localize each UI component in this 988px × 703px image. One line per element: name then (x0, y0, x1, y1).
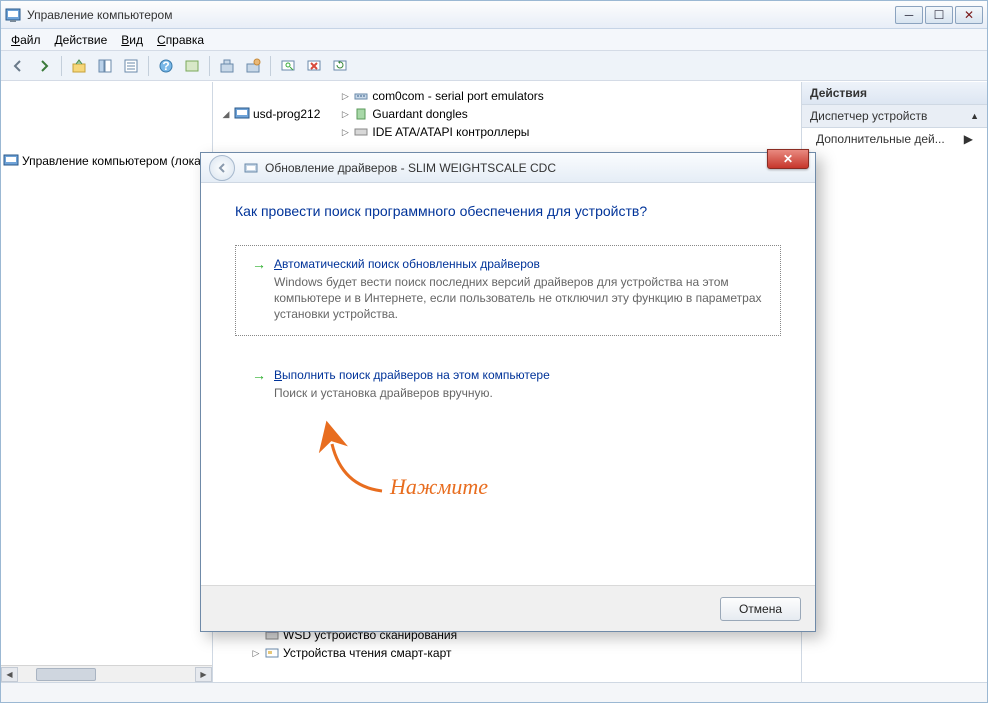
dev-ide[interactable]: ▷IDE ATA/ATAPI контроллеры (340, 124, 529, 140)
arrow-right-icon: → (252, 367, 266, 383)
tool-btn-8[interactable] (242, 55, 264, 77)
expand-icon[interactable]: ▷ (340, 109, 350, 119)
left-tree-pane[interactable]: Управление компьютером (локальным) ◢Служ… (1, 82, 213, 682)
forward-button[interactable] (33, 55, 55, 77)
collapse-icon[interactable]: ▲ (970, 111, 979, 121)
tree-root[interactable]: Управление компьютером (локальным) (3, 153, 213, 169)
ide-icon (353, 124, 369, 140)
menu-view[interactable]: Вид (121, 33, 143, 47)
titlebar[interactable]: Управление компьютером ─ ☐ ✕ (1, 1, 987, 29)
arrow-right-icon: → (252, 256, 266, 272)
maximize-button[interactable]: ☐ (925, 6, 953, 24)
up-button[interactable] (68, 55, 90, 77)
back-button[interactable] (7, 55, 29, 77)
option-manual-desc: Поиск и установка драйверов вручную. (274, 385, 764, 401)
actions-pane: Действия Диспетчер устройств ▲ Дополните… (801, 82, 987, 682)
dev-smartcard[interactable]: ▷Устройства чтения смарт-карт (251, 645, 451, 661)
expand-icon[interactable]: ▷ (340, 127, 350, 137)
help-button[interactable]: ? (155, 55, 177, 77)
dev-guardant[interactable]: ▷Guardant dongles (340, 106, 467, 122)
option-auto-desc: Windows будет вести поиск последних верс… (274, 274, 764, 323)
statusbar (1, 682, 987, 702)
port-icon (353, 88, 369, 104)
dev-root[interactable]: ◢usd-prog212 (221, 106, 320, 122)
actions-item-more[interactable]: Дополнительные дей... ▶ (802, 128, 987, 150)
menu-help[interactable]: Справка (157, 33, 204, 47)
toolbar: ? (1, 51, 987, 81)
cancel-button[interactable]: Отмена (720, 597, 801, 621)
scroll-right-arrow[interactable]: ▶ (195, 667, 212, 682)
update-button[interactable] (329, 55, 351, 77)
properties-button[interactable] (120, 55, 142, 77)
menu-action[interactable]: Действие (55, 33, 108, 47)
show-hide-button[interactable] (94, 55, 116, 77)
app-icon (5, 7, 21, 23)
dongle-icon (353, 106, 369, 122)
dev-com0com[interactable]: ▷com0com - serial port emulators (340, 88, 543, 104)
expand-icon[interactable]: ▷ (340, 91, 350, 101)
scroll-thumb[interactable] (36, 668, 96, 681)
smartcard-icon (264, 645, 280, 661)
dialog-titlebar[interactable]: Обновление драйверов - SLIM WEIGHTSCALE … (201, 153, 815, 183)
option-manual-title: Выполнить поиск драйверов на этом компью… (274, 368, 550, 382)
window-title: Управление компьютером (27, 8, 895, 22)
option-manual-search[interactable]: → Выполнить поиск драйверов на этом комп… (235, 356, 781, 414)
minimize-button[interactable]: ─ (895, 6, 923, 24)
option-auto-search[interactable]: → Автоматический поиск обновленных драйв… (235, 245, 781, 336)
dialog-close-button[interactable]: ✕ (767, 149, 809, 169)
device-icon (243, 160, 259, 176)
dialog-back-button[interactable] (209, 155, 235, 181)
scan-button[interactable] (277, 55, 299, 77)
computer-icon (234, 106, 250, 122)
expand-icon[interactable]: ▷ (251, 648, 261, 658)
dialog-title: Обновление драйверов - SLIM WEIGHTSCALE … (265, 161, 815, 175)
tool-btn-7[interactable] (216, 55, 238, 77)
scroll-left-arrow[interactable]: ◀ (1, 667, 18, 682)
collapse-icon[interactable]: ◢ (221, 109, 231, 119)
left-scrollbar[interactable]: ◀ ▶ (1, 665, 212, 682)
update-driver-dialog: ✕ Обновление драйверов - SLIM WEIGHTSCAL… (200, 152, 816, 632)
computer-mgmt-icon (3, 153, 19, 169)
chevron-right-icon: ▶ (964, 132, 973, 146)
actions-header: Действия (802, 82, 987, 105)
close-button[interactable]: ✕ (955, 6, 983, 24)
menubar: Файл Действие Вид Справка (1, 29, 987, 51)
option-auto-title: Автоматический поиск обновленных драйвер… (274, 257, 540, 271)
tool-btn-6[interactable] (181, 55, 203, 77)
actions-section[interactable]: Диспетчер устройств ▲ (802, 105, 987, 128)
uninstall-button[interactable] (303, 55, 325, 77)
menu-file[interactable]: Файл (11, 33, 41, 47)
svg-text:?: ? (162, 59, 169, 73)
dialog-prompt: Как провести поиск программного обеспече… (235, 203, 781, 219)
